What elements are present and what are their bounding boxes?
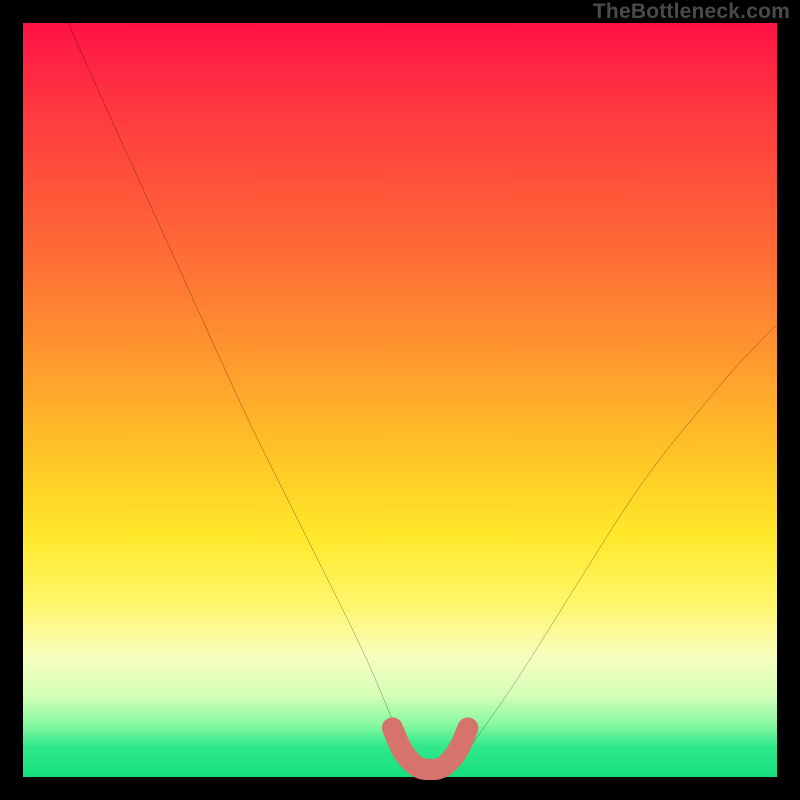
chart-frame: TheBottleneck.com (0, 0, 800, 800)
watermark-text: TheBottleneck.com (593, 0, 790, 24)
optimal-zone-marker (392, 728, 467, 769)
plot-area (23, 23, 777, 777)
bottleneck-curve (68, 23, 777, 769)
curve-layer (23, 23, 777, 777)
